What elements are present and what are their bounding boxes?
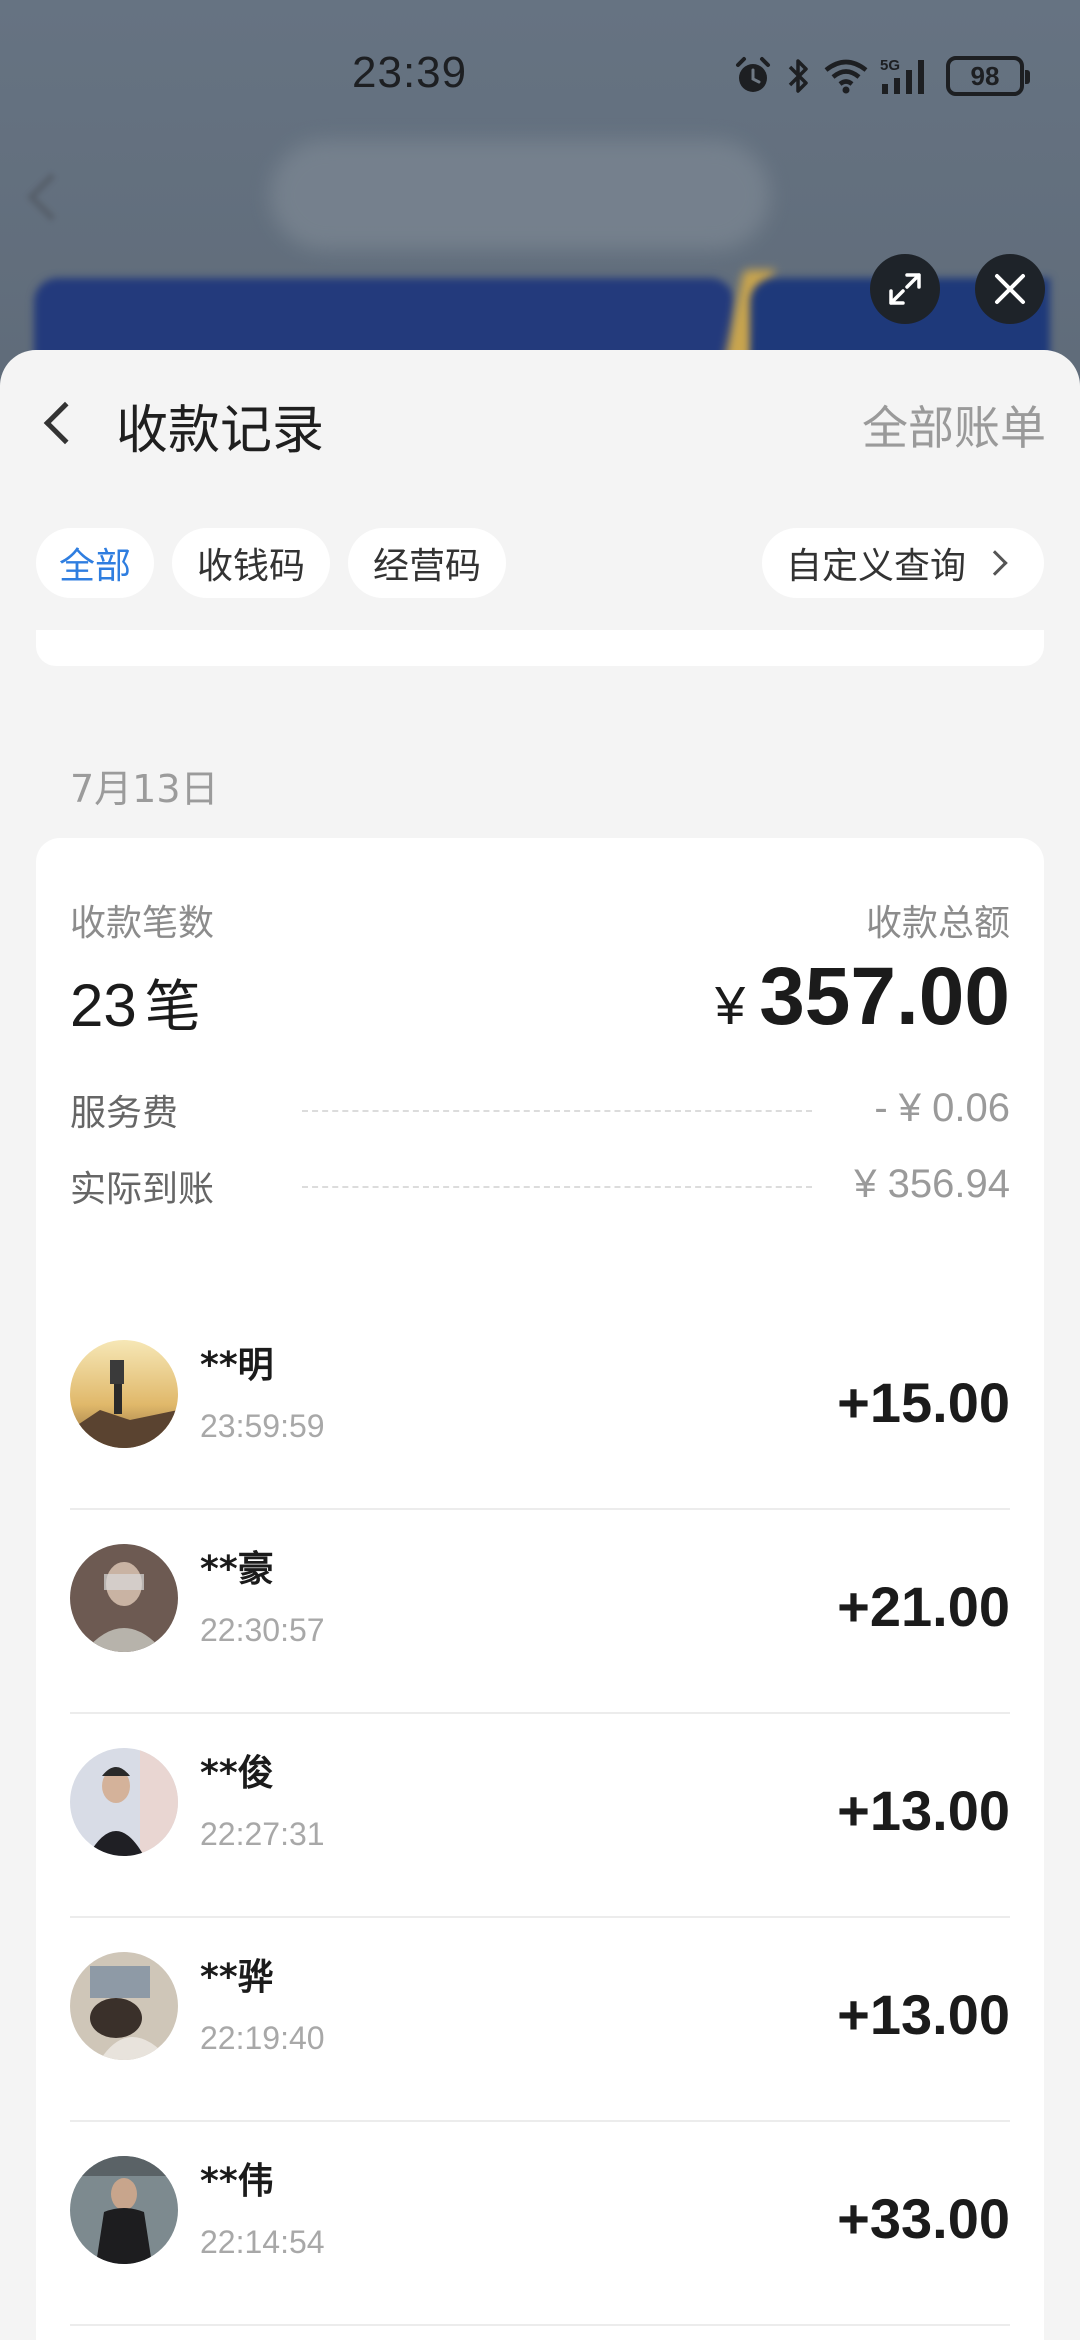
total-label: 收款总额: [865, 903, 1010, 944]
close-button[interactable]: [975, 254, 1045, 324]
battery-icon: 98: [946, 56, 1030, 96]
payment-amount: +13.00: [837, 1983, 1010, 2046]
chevron-right-icon: [982, 550, 1008, 576]
wifi-icon: [824, 59, 868, 94]
nav-bar: 收款记录 全部账单: [0, 350, 1080, 490]
payment-records-sheet: 收款记录 全部账单 全部 收钱码 经营码 自定义查询 7月13日 收款笔数 收款…: [0, 350, 1080, 2340]
net-amount-label: 实际到账: [70, 1169, 215, 1210]
payment-time: 22:19:40: [200, 2020, 325, 2056]
expand-icon: [889, 273, 921, 305]
background-search-pill: [270, 140, 770, 250]
custom-query-button[interactable]: 自定义查询: [762, 528, 1044, 598]
count-label: 收款笔数: [70, 903, 215, 944]
daily-summary-card: 收款笔数 收款总额 23 笔 ¥357.00 服务费 - ¥ 0.06 实际到账 …: [36, 838, 1044, 2340]
service-fee-row: 服务费 - ¥ 0.06: [70, 1084, 1010, 1134]
currency-symbol: ¥: [715, 976, 746, 1036]
date-header: 7月13日: [70, 767, 219, 811]
status-bar: 23:39 5G 98: [0, 40, 1080, 112]
avatar: [70, 1544, 178, 1652]
divider-dashed: [302, 1186, 812, 1188]
avatar: [70, 1340, 178, 1448]
transaction-row[interactable]: **豪 22:30:57 +21.00: [70, 1510, 1010, 1714]
avatar: [70, 1952, 178, 2060]
close-icon: [995, 274, 1025, 304]
payment-amount: +33.00: [837, 2187, 1010, 2250]
payment-time: 22:27:31: [200, 1816, 325, 1852]
count-unit: 笔: [144, 975, 201, 1040]
expand-button[interactable]: [870, 254, 940, 324]
avatar: [70, 1748, 178, 1856]
all-bills-link[interactable]: 全部账单: [862, 392, 1046, 458]
transaction-row[interactable]: **明 23:59:59 +15.00: [70, 1306, 1010, 1510]
chevron-left-icon: [43, 401, 87, 445]
payment-amount: +15.00: [837, 1371, 1010, 1434]
avatar: [70, 2156, 178, 2264]
transaction-row[interactable]: **俊 22:27:31 +13.00: [70, 1714, 1010, 1918]
payer-name: **豪: [200, 1549, 274, 1590]
total-amount: ¥357.00: [715, 950, 1010, 1044]
payer-name: **明: [200, 1345, 274, 1386]
payment-time: 23:59:59: [200, 1408, 325, 1444]
payment-time: 22:14:54: [200, 2224, 325, 2260]
count-value: 23 笔: [70, 962, 201, 1043]
back-button[interactable]: [36, 392, 96, 452]
5g-signal-icon: 5G: [880, 57, 924, 94]
filter-business-code[interactable]: 经营码: [348, 528, 506, 598]
filter-bar: 全部 收钱码 经营码 自定义查询: [36, 528, 1044, 598]
status-time: 23:39: [352, 48, 468, 97]
svg-text:5G: 5G: [880, 57, 900, 74]
total-value: 357.00: [759, 951, 1010, 1042]
divider-dashed: [302, 1110, 812, 1112]
service-fee-label: 服务费: [70, 1093, 179, 1134]
net-amount-row: 实际到账 ¥ 356.94: [70, 1160, 1010, 1210]
payment-time: 22:30:57: [200, 1612, 325, 1648]
transaction-row[interactable]: **骅 22:19:40 +13.00: [70, 1918, 1010, 2122]
transaction-list: **明 23:59:59 +15.00 **豪 22:30:57 +21.00: [70, 1306, 1010, 2326]
battery-level: 98: [970, 60, 1000, 91]
page-title: 收款记录: [116, 401, 325, 461]
payment-amount: +21.00: [837, 1575, 1010, 1638]
count-number: 23: [70, 972, 137, 1039]
background-back-icon: [26, 172, 76, 222]
custom-query-label: 自定义查询: [786, 546, 967, 587]
transaction-row[interactable]: **伟 22:14:54 +33.00: [70, 2122, 1010, 2326]
status-icons: 5G 98: [732, 54, 1030, 98]
payer-name: **伟: [200, 2161, 274, 2202]
payer-name: **俊: [200, 1753, 274, 1794]
net-amount-value: ¥ 356.94: [854, 1162, 1010, 1206]
filter-all[interactable]: 全部: [36, 528, 154, 598]
payment-amount: +13.00: [837, 1779, 1010, 1842]
alarm-icon: [736, 57, 770, 92]
payer-name: **骅: [200, 1957, 274, 1998]
service-fee-value: - ¥ 0.06: [874, 1086, 1010, 1130]
filter-collect-code[interactable]: 收钱码: [172, 528, 330, 598]
collapsed-card: [36, 630, 1044, 666]
bluetooth-icon: [788, 59, 808, 93]
